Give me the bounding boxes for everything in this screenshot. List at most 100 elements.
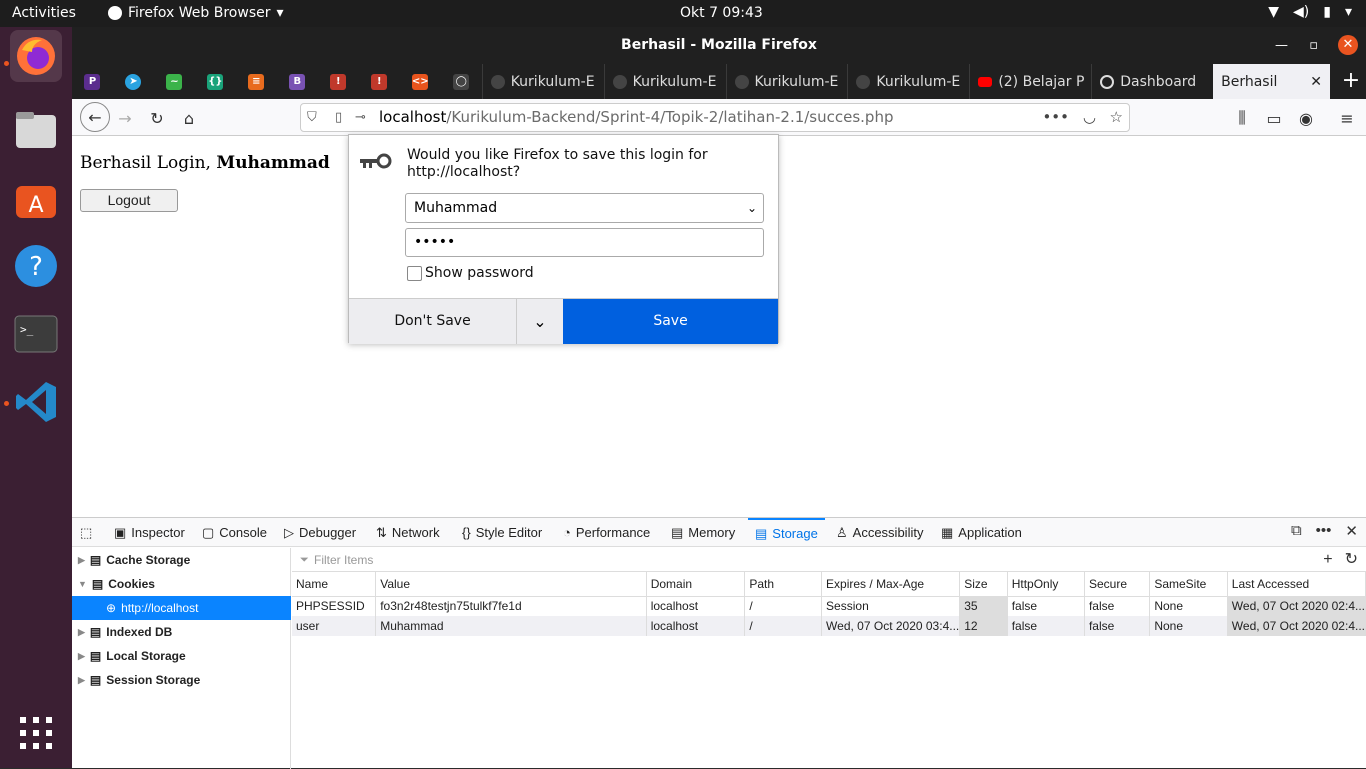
table-row[interactable]: user Muhammad localhost / Wed, 07 Oct 20…	[292, 616, 1366, 636]
pinned-tab[interactable]: ◯	[441, 64, 482, 99]
url-bar[interactable]: ⛉ ▯ ⊸ localhost/Kurikulum-Backend/Sprint…	[300, 103, 1130, 132]
tab-youtube[interactable]: (2) Belajar P	[969, 64, 1091, 99]
dock-software[interactable]: A	[10, 172, 62, 224]
tab-application[interactable]: ▦ Application	[941, 518, 1022, 547]
tab-style-editor[interactable]: {} Style Editor	[462, 518, 542, 547]
password-field[interactable]: •••••	[405, 228, 764, 257]
tree-localhost[interactable]: ⊕ http://localhost	[72, 596, 291, 620]
pinned-tab[interactable]: !	[318, 64, 359, 99]
dock-firefox[interactable]	[10, 30, 62, 82]
tab-storage[interactable]: ▤ Storage	[748, 518, 825, 547]
column-header[interactable]: Path	[744, 572, 823, 597]
dock-vscode[interactable]	[10, 376, 62, 428]
close-icon[interactable]: ✕	[1338, 35, 1358, 55]
tab-berhasil[interactable]: Berhasil ✕	[1213, 64, 1331, 99]
new-tab-icon[interactable]: +	[1336, 64, 1366, 99]
column-header[interactable]: Last Accessed	[1227, 572, 1366, 597]
tab-network[interactable]: ⇅ Network	[376, 518, 440, 547]
devtools-tabbar: ⬚ ▣ Inspector ▢ Console ▷ Debugger ⇅ Network…	[72, 518, 1366, 547]
tree-local-storage[interactable]: ▶ ▤ Local Storage	[72, 644, 291, 668]
tab-kurikulum-1[interactable]: Kurikulum-E	[481, 64, 604, 99]
sidebar-icon[interactable]: ▭	[1262, 106, 1286, 130]
activities-button[interactable]: Activities	[12, 5, 76, 21]
maximize-icon[interactable]: ▫	[1309, 27, 1318, 64]
tab-inspector[interactable]: ▣ Inspector	[114, 518, 185, 547]
show-apps-icon[interactable]	[20, 717, 52, 749]
pinned-tab[interactable]: ≡	[236, 64, 277, 99]
dock-help[interactable]: ?	[10, 240, 62, 292]
tab-console[interactable]: ▢ Console	[202, 518, 267, 547]
account-icon[interactable]: ◉	[1294, 106, 1318, 130]
firefox-icon	[108, 6, 122, 20]
dock-terminal[interactable]: >_	[10, 308, 62, 360]
tab-performance[interactable]: ◔ Performance	[563, 518, 650, 547]
reload-icon[interactable]: ↻	[145, 106, 169, 130]
tab-debugger[interactable]: ▷ Debugger	[284, 518, 356, 547]
minimize-icon[interactable]: —	[1275, 27, 1288, 64]
column-header[interactable]: SameSite	[1149, 572, 1228, 597]
tree-cookies[interactable]: ▼ ▤ Cookies	[72, 572, 291, 596]
save-button[interactable]: Save	[563, 299, 778, 344]
pinned-tab[interactable]: B	[277, 64, 318, 99]
dont-save-button[interactable]: Don't Save	[349, 299, 517, 344]
system-tray[interactable]: ▼ ◀) ▮ ▾	[1268, 4, 1352, 20]
tab-dashboard[interactable]: Dashboard	[1091, 64, 1213, 99]
dock-files[interactable]	[10, 104, 62, 156]
shield-icon[interactable]: ⛉	[307, 104, 317, 131]
tab-kurikulum-2[interactable]: Kurikulum-E	[603, 64, 726, 99]
tree-indexed-db[interactable]: ▶ ▤ Indexed DB	[72, 620, 291, 644]
pocket-icon[interactable]: ◡	[1083, 104, 1096, 131]
tab-accessibility[interactable]: ♙ Accessibility	[836, 518, 923, 547]
column-header[interactable]: Domain	[646, 572, 746, 597]
element-picker-icon[interactable]: ⬚	[80, 518, 92, 547]
column-header[interactable]: Secure	[1084, 572, 1151, 597]
tab-label: Application	[958, 525, 1022, 540]
app-menu[interactable]: Firefox Web Browser ▾	[108, 5, 284, 21]
home-icon[interactable]: ⌂	[177, 106, 201, 130]
pinned-tab[interactable]: ~	[154, 64, 195, 99]
add-item-icon[interactable]: +	[1323, 548, 1332, 572]
show-password-label[interactable]: Show password	[425, 265, 534, 281]
pinned-tab[interactable]: <>	[400, 64, 441, 99]
table-row[interactable]: PHPSESSID fo3n2r48testjn75tulkf7fe1d loc…	[292, 596, 1366, 616]
style-editor-icon: {}	[462, 525, 471, 540]
logout-button[interactable]: Logout	[80, 189, 178, 212]
pinned-tab[interactable]: ➤	[113, 64, 154, 99]
column-header[interactable]: Name	[292, 572, 377, 597]
clock[interactable]: Okt 7 09:43	[680, 5, 763, 21]
column-header[interactable]: Expires / Max-Age	[821, 572, 961, 597]
pinned-tab[interactable]: {}	[195, 64, 236, 99]
filter-input[interactable]: Filter Items	[314, 553, 373, 567]
table-cell: user	[292, 616, 377, 636]
column-header[interactable]: Size	[959, 572, 1008, 597]
storage-icon: ▤	[91, 577, 104, 591]
back-icon[interactable]: ←	[80, 102, 110, 132]
close-tab-icon[interactable]: ✕	[1310, 74, 1322, 90]
hamburger-menu-icon[interactable]: ≡	[1335, 106, 1359, 130]
tab-kurikulum-3[interactable]: Kurikulum-E	[725, 64, 848, 99]
page-icon[interactable]: ▯	[335, 104, 342, 131]
forward-icon[interactable]: →	[113, 106, 137, 130]
tab-kurikulum-4[interactable]: Kurikulum-E	[847, 64, 969, 99]
column-header[interactable]: Value	[375, 572, 647, 597]
debugger-icon: ▷	[284, 525, 294, 540]
username-select[interactable]: Muhammad ⌄	[405, 193, 764, 223]
pinned-tab[interactable]: P	[72, 64, 113, 99]
dock-side-icon[interactable]: ⧉	[1291, 522, 1302, 540]
pinned-tab[interactable]: !	[359, 64, 400, 99]
tab-favicon-icon: !	[330, 73, 347, 90]
close-devtools-icon[interactable]: ✕	[1345, 522, 1358, 540]
bookmark-star-icon[interactable]: ☆	[1110, 104, 1123, 131]
tree-session-storage[interactable]: ▶ ▤ Session Storage	[72, 668, 291, 692]
more-options-icon[interactable]: •••	[1316, 522, 1332, 540]
key-icon[interactable]: ⊸	[355, 104, 366, 131]
show-password-checkbox[interactable]	[407, 266, 422, 281]
more-options-button[interactable]: ⌄	[517, 299, 563, 344]
filter-bar[interactable]: ⏷ Filter Items + ↻	[292, 548, 1366, 572]
tab-memory[interactable]: ▤ Memory	[671, 518, 735, 547]
column-header[interactable]: HttpOnly	[1007, 572, 1085, 597]
refresh-icon[interactable]: ↻	[1345, 548, 1358, 572]
more-actions-icon[interactable]: •••	[1042, 104, 1069, 131]
library-icon[interactable]: ⫼	[1230, 106, 1254, 130]
tree-cache-storage[interactable]: ▶ ▤ Cache Storage	[72, 548, 291, 572]
